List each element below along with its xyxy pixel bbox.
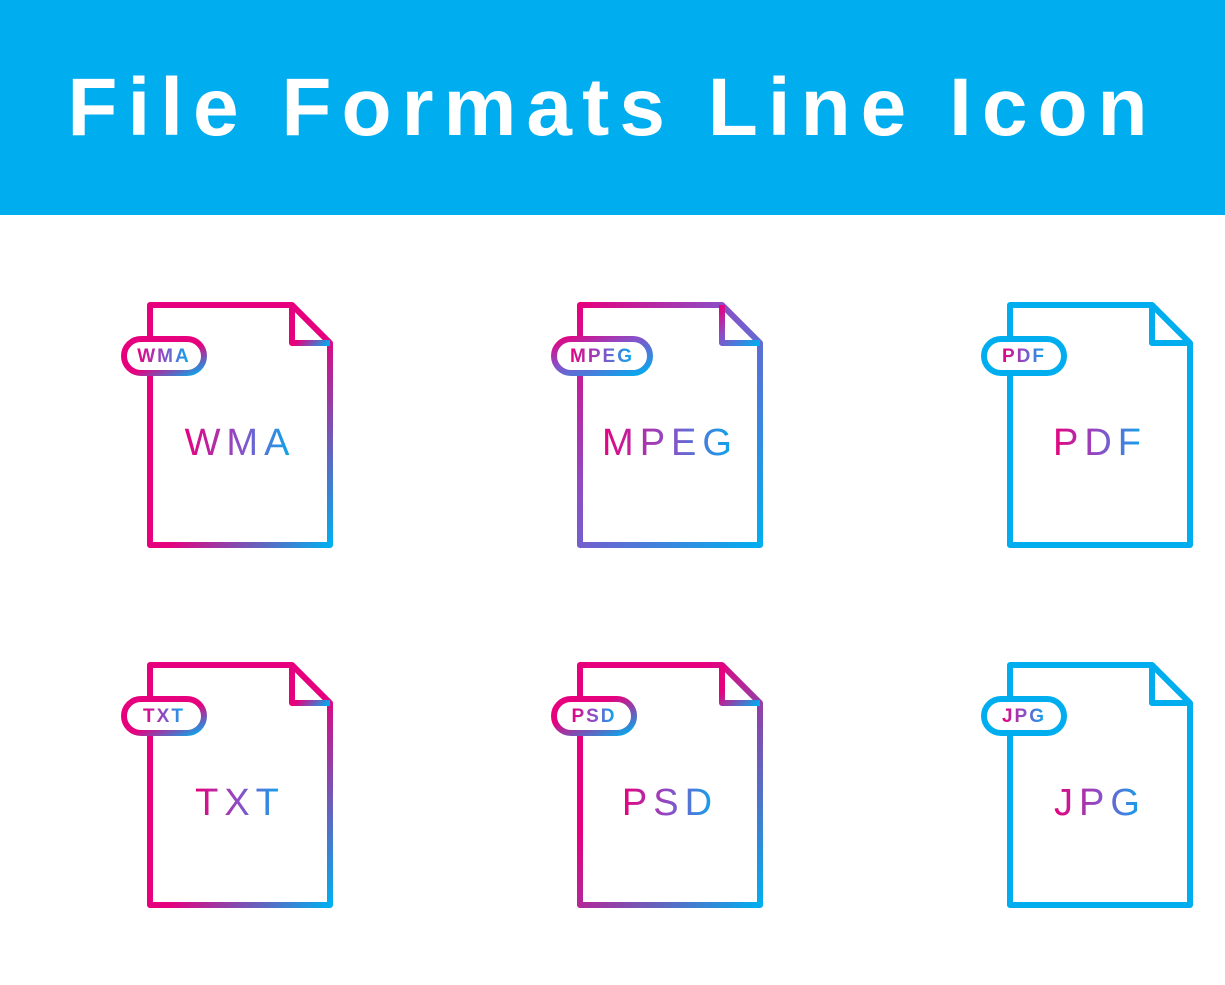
icon-cell: PDF PDF bbox=[980, 305, 1220, 565]
file-format-badge-label: PDF bbox=[1002, 346, 1046, 367]
file-format-name: WMA bbox=[185, 422, 296, 464]
file-format-name: PSD bbox=[622, 782, 718, 824]
icon-grid: WMA WMA MPEG MPEG PDF PDF TXT TXT PSD PSD JPG JPG bbox=[0, 215, 1225, 985]
icon-cell: TXT TXT bbox=[120, 665, 360, 925]
file-format-badge-label: TXT bbox=[143, 706, 185, 727]
file-format-name: PDF bbox=[1053, 422, 1147, 464]
file-format-badge-label: PSD bbox=[571, 706, 616, 727]
file-format-badge-label: MPEG bbox=[570, 346, 634, 367]
file-format-icon: PDF PDF bbox=[980, 305, 1220, 565]
file-format-icon: JPG JPG bbox=[980, 665, 1220, 925]
page-title: File Formats Line Icon bbox=[67, 61, 1157, 155]
icon-cell: JPG JPG bbox=[980, 665, 1220, 925]
icon-cell: MPEG MPEG bbox=[550, 305, 790, 565]
file-format-name: MPEG bbox=[602, 422, 738, 464]
file-format-badge-label: WMA bbox=[137, 346, 190, 367]
header-banner: File Formats Line Icon bbox=[0, 0, 1225, 215]
file-format-name: JPG bbox=[1054, 782, 1146, 824]
file-format-badge-label: JPG bbox=[1002, 706, 1046, 727]
file-format-icon: TXT TXT bbox=[120, 665, 360, 925]
file-format-icon: PSD PSD bbox=[550, 665, 790, 925]
file-format-name: TXT bbox=[195, 782, 285, 824]
file-format-icon: MPEG MPEG bbox=[550, 305, 790, 565]
icon-cell: PSD PSD bbox=[550, 665, 790, 925]
icon-cell: WMA WMA bbox=[120, 305, 360, 565]
file-format-icon: WMA WMA bbox=[120, 305, 360, 565]
